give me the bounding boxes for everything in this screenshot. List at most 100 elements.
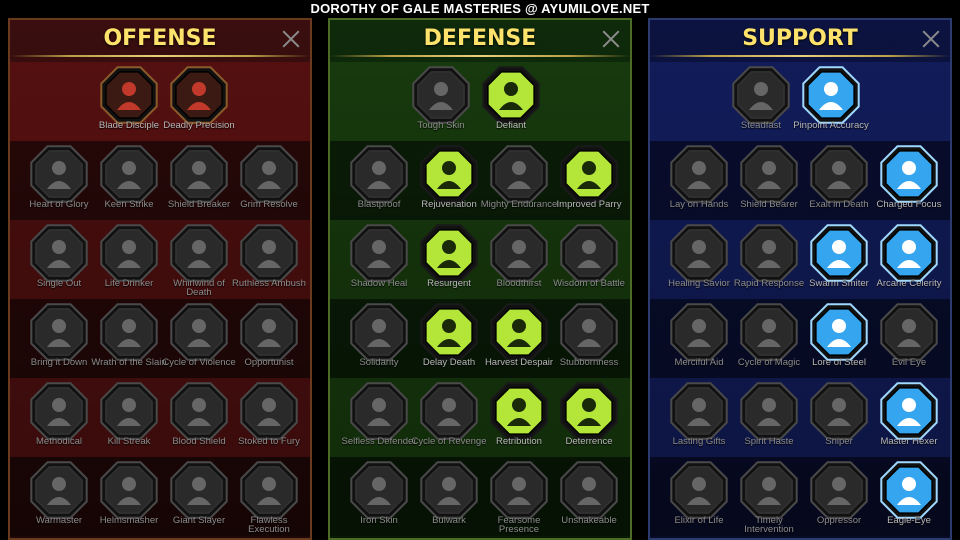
- hourglass-icon: [420, 303, 478, 361]
- mastery-node[interactable]: Helmsmasher: [94, 459, 164, 537]
- mastery-node[interactable]: Solidarity: [344, 301, 414, 379]
- mastery-node[interactable]: Swarm Smiter: [804, 222, 874, 300]
- mastery-node[interactable]: Wrath of the Slain: [91, 301, 167, 379]
- mastery-node[interactable]: Lay on Hands: [664, 143, 734, 221]
- mastery-node[interactable]: Kill Streak: [94, 380, 164, 458]
- mastery-node[interactable]: Exalt in Death: [804, 143, 874, 221]
- mastery-node[interactable]: Unshakeable: [554, 459, 624, 537]
- mastery-node[interactable]: Lore of Steel: [804, 301, 874, 379]
- mastery-node[interactable]: Delay Death: [414, 301, 484, 379]
- mastery-node[interactable]: Arcane Celerity: [874, 222, 944, 300]
- scales-icon: [412, 66, 470, 124]
- mastery-node[interactable]: Cycle of Magic: [734, 301, 804, 379]
- mastery-label: Steadfast: [740, 120, 782, 131]
- mastery-node[interactable]: Master Hexer: [874, 380, 944, 458]
- mastery-node[interactable]: Healing Savior: [664, 222, 734, 300]
- mastery-node[interactable]: Defiant: [476, 64, 546, 142]
- mastery-node[interactable]: Whirlwind of Death: [164, 222, 234, 300]
- target-heart-icon: [30, 303, 88, 361]
- title-divider: [10, 55, 310, 57]
- mastery-node[interactable]: Deterrence: [554, 380, 624, 458]
- mastery-node[interactable]: Bulwark: [414, 459, 484, 537]
- knight-shield-icon: [420, 224, 478, 282]
- mastery-node[interactable]: Harvest Despair: [484, 301, 554, 379]
- mastery-node[interactable]: Flawless Execution: [234, 459, 304, 537]
- mastery-node[interactable]: Charged Focus: [874, 143, 944, 221]
- mastery-node[interactable]: Giant Slayer: [164, 459, 234, 537]
- open-book-icon: [810, 303, 868, 361]
- mastery-label: Bulwark: [432, 515, 466, 526]
- mastery-node[interactable]: Tough Skin: [406, 64, 476, 142]
- mastery-node[interactable]: Merciful Aid: [664, 301, 734, 379]
- mastery-node[interactable]: Retribution: [484, 380, 554, 458]
- mastery-node[interactable]: Elixir of Life: [664, 459, 734, 537]
- mastery-node[interactable]: Opportunist: [234, 301, 304, 379]
- mastery-node[interactable]: Fearsome Presence: [484, 459, 554, 537]
- mastery-node[interactable]: Iron Skin: [344, 459, 414, 537]
- parry-blades-icon: [560, 145, 618, 203]
- mastery-node[interactable]: Timely Intervention: [734, 459, 804, 537]
- knight-helm-icon: [100, 461, 158, 519]
- flaming-skull-icon: [490, 382, 548, 440]
- mastery-node[interactable]: Ruthless Ambush: [232, 222, 306, 300]
- mastery-node[interactable]: Sniper: [804, 380, 874, 458]
- mastery-node[interactable]: Lasting Gifts: [664, 380, 734, 458]
- mastery-node[interactable]: Grim Resolve: [234, 143, 304, 221]
- mastery-node[interactable]: Life Drinker: [94, 222, 164, 300]
- mastery-label: Healing Savior: [668, 278, 730, 289]
- tower-shield-icon: [420, 461, 478, 519]
- mastery-label: Opportunist: [244, 357, 294, 368]
- mastery-node[interactable]: Stoked to Fury: [234, 380, 304, 458]
- mastery-node[interactable]: Methodical: [24, 380, 94, 458]
- mastery-label: Mighty Endurance: [480, 199, 558, 210]
- mastery-node[interactable]: Blastproof: [344, 143, 414, 221]
- defender-icon: [350, 382, 408, 440]
- mastery-node[interactable]: Pinpoint Accuracy: [793, 64, 869, 142]
- healer-icon: [670, 224, 728, 282]
- mastery-node[interactable]: Blade Disciple: [94, 64, 164, 142]
- mastery-node[interactable]: Shield Bearer: [734, 143, 804, 221]
- mastery-label: Iron Skin: [360, 515, 398, 526]
- slash-marks-icon: [100, 145, 158, 203]
- close-icon[interactable]: [282, 30, 300, 48]
- mastery-node[interactable]: Bring it Down: [24, 301, 94, 379]
- mastery-node[interactable]: Oppressor: [804, 459, 874, 537]
- fanged-mouth-icon: [100, 224, 158, 282]
- mastery-label: Shadow Heal: [350, 278, 408, 289]
- chain-lightning-icon: [240, 303, 298, 361]
- mastery-node[interactable]: Keen Strike: [94, 143, 164, 221]
- mastery-node[interactable]: Rejuvenation: [414, 143, 484, 221]
- mastery-node[interactable]: Cycle of Revenge: [412, 380, 486, 458]
- mastery-node[interactable]: Wisdom of Battle: [553, 222, 625, 300]
- mastery-node[interactable]: Selfless Defender: [342, 380, 416, 458]
- mastery-node[interactable]: Spirit Haste: [734, 380, 804, 458]
- mastery-node[interactable]: Mighty Endurance: [481, 143, 557, 221]
- mastery-label: Blade Disciple: [98, 120, 160, 131]
- mastery-label: Stubbornness: [559, 357, 619, 368]
- mastery-node[interactable]: Stubbornness: [554, 301, 624, 379]
- mastery-node[interactable]: Cycle of Violence: [162, 301, 236, 379]
- mastery-node[interactable]: Heart of Glory: [24, 143, 94, 221]
- mastery-node[interactable]: Shadow Heal: [344, 222, 414, 300]
- mastery-label: Evil Eye: [891, 357, 927, 368]
- mastery-node[interactable]: Blood Shield: [164, 380, 234, 458]
- mastery-node[interactable]: Single Out: [24, 222, 94, 300]
- mastery-node[interactable]: Shield Breaker: [164, 143, 234, 221]
- mastery-node[interactable]: Steadfast: [726, 64, 796, 142]
- mastery-label: Lay on Hands: [669, 199, 729, 210]
- mastery-node[interactable]: Improved Parry: [554, 143, 624, 221]
- mastery-label: Defiant: [495, 120, 527, 131]
- chevron-shield-icon: [350, 145, 408, 203]
- figures-icon: [880, 224, 938, 282]
- mastery-node[interactable]: Deadly Precision: [163, 64, 235, 142]
- mastery-node[interactable]: Eagle-Eye: [874, 459, 944, 537]
- mastery-node[interactable]: Rapid Response: [734, 222, 804, 300]
- mastery-node[interactable]: Evil Eye: [874, 301, 944, 379]
- dagger-hand-icon: [240, 224, 298, 282]
- sword-figure-icon: [30, 461, 88, 519]
- mastery-node[interactable]: Resurgent: [414, 222, 484, 300]
- close-icon[interactable]: [602, 30, 620, 48]
- mastery-node[interactable]: Bloodthirst: [484, 222, 554, 300]
- close-icon[interactable]: [922, 30, 940, 48]
- mastery-node[interactable]: Warmaster: [24, 459, 94, 537]
